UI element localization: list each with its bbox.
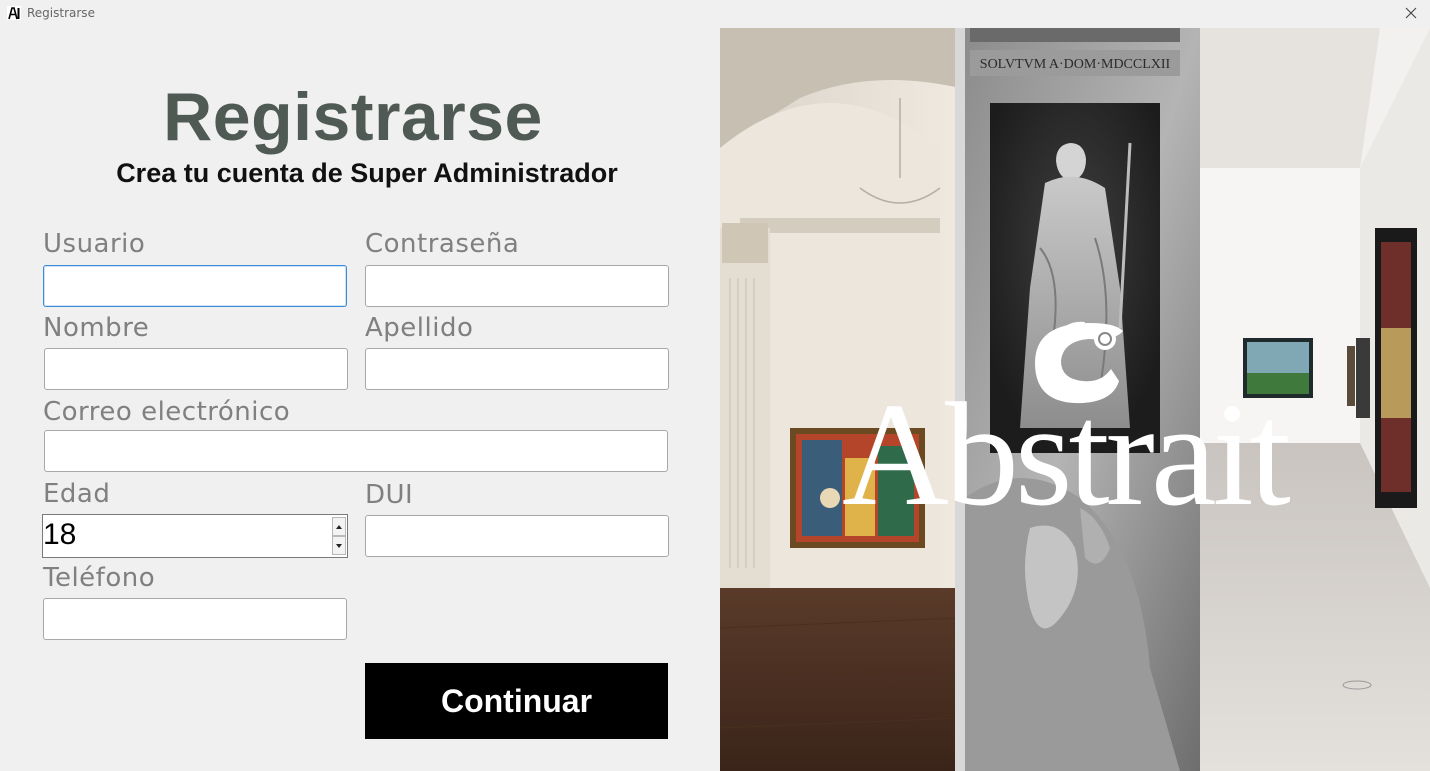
nombre-input[interactable] [44,348,348,390]
edad-label: Edad [43,479,111,509]
correo-label: Correo electrónico [43,397,291,427]
close-button[interactable] [1398,2,1424,24]
nombre-label: Nombre [43,313,150,343]
arrow-down-icon [336,543,342,548]
window-titlebar: Registrarse [0,0,1430,28]
dui-label: DUI [365,480,414,510]
page-title: Registrarse [163,79,543,155]
inscription-text: SOLVTVM A·DOM·MDCCLXII [980,57,1171,72]
dui-input[interactable] [365,515,669,557]
contrasena-label: Contraseña [365,229,520,259]
edad-increment-button[interactable] [332,517,346,536]
apellido-label: Apellido [365,313,474,343]
edad-decrement-button[interactable] [332,536,346,555]
window-title: Registrarse [27,6,95,20]
contrasena-input[interactable] [365,265,669,307]
apellido-input[interactable] [365,348,669,390]
correo-input[interactable] [44,430,668,472]
brand-wordmark: Abstrait [842,373,1291,537]
abstrait-app-icon [7,6,21,20]
telefono-label: Teléfono [43,563,156,593]
edad-value[interactable]: 18 [43,518,76,552]
telefono-input[interactable] [43,598,347,640]
continue-button[interactable]: Continuar [365,663,668,739]
usuario-input[interactable] [43,265,347,307]
usuario-label: Usuario [43,229,146,259]
hero-image-panel: SOLVTVM A·DOM·MDCCLXII Abstrait [720,28,1430,771]
close-icon [1405,7,1417,19]
page-subtitle: Crea tu cuenta de Super Administrador [116,158,618,188]
arrow-up-icon [336,524,342,529]
edad-spinner[interactable]: 18 [42,514,348,558]
